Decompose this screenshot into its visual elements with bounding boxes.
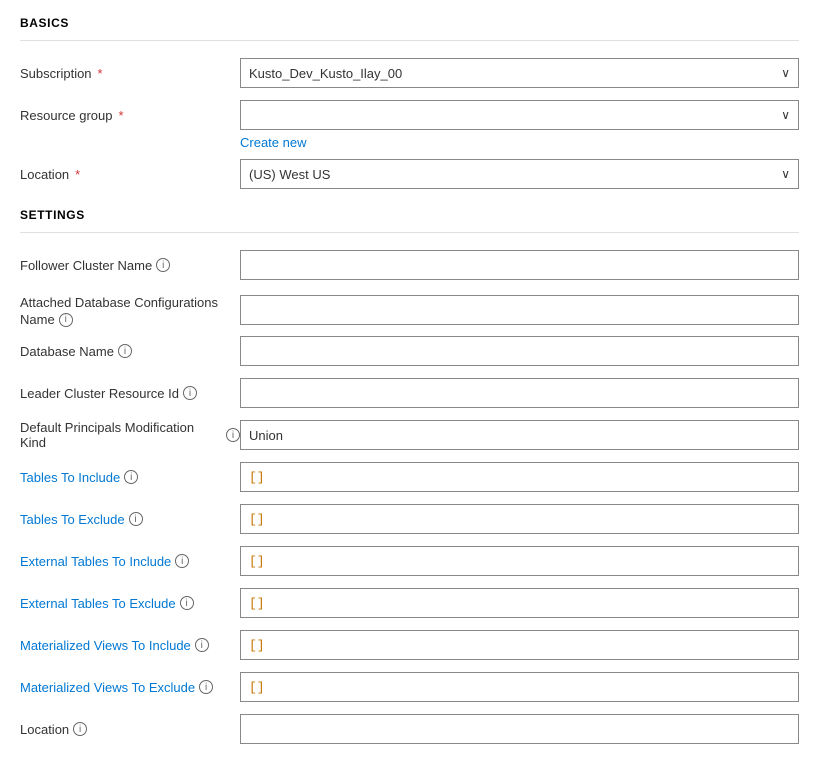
materialized-views-to-exclude-input[interactable] [240, 672, 799, 702]
basics-title: BASICS [20, 16, 799, 30]
attached-db-config-label-line2: Name i [20, 312, 240, 327]
materialized-views-to-exclude-label: Materialized Views To Exclude i [20, 680, 240, 695]
default-principals-label: Default Principals Modification Kind i [20, 420, 240, 450]
location-settings-control [240, 714, 799, 744]
external-tables-to-include-row: External Tables To Include i [20, 543, 799, 579]
subscription-row: Subscription * Kusto_Dev_Kusto_Ilay_00 ∨ [20, 55, 799, 91]
external-tables-to-exclude-input[interactable] [240, 588, 799, 618]
subscription-control: Kusto_Dev_Kusto_Ilay_00 ∨ [240, 58, 799, 88]
location-settings-info-icon[interactable]: i [73, 722, 87, 736]
materialized-views-to-exclude-row: Materialized Views To Exclude i [20, 669, 799, 705]
subscription-value: Kusto_Dev_Kusto_Ilay_00 [249, 66, 402, 81]
external-tables-to-include-info-icon[interactable]: i [175, 554, 189, 568]
tables-to-exclude-row: Tables To Exclude i [20, 501, 799, 537]
follower-cluster-name-input[interactable] [240, 250, 799, 280]
follower-cluster-name-control [240, 250, 799, 280]
tables-to-exclude-input[interactable] [240, 504, 799, 534]
location-settings-row: Location i [20, 711, 799, 747]
tables-to-include-info-icon[interactable]: i [124, 470, 138, 484]
location-basics-label: Location * [20, 167, 240, 182]
attached-db-config-input[interactable] [240, 295, 799, 325]
attached-db-config-row: Attached Database Configurations Name i [20, 289, 799, 327]
basics-section: BASICS Subscription * Kusto_Dev_Kusto_Il… [20, 16, 799, 192]
resource-group-required: * [119, 108, 124, 123]
leader-cluster-resource-id-input[interactable] [240, 378, 799, 408]
tables-to-exclude-info-icon[interactable]: i [129, 512, 143, 526]
materialized-views-to-include-control [240, 630, 799, 660]
external-tables-to-exclude-row: External Tables To Exclude i [20, 585, 799, 621]
chevron-down-icon: ∨ [781, 66, 790, 80]
default-principals-row: Default Principals Modification Kind i [20, 417, 799, 453]
database-name-info-icon[interactable]: i [118, 344, 132, 358]
default-principals-input[interactable] [240, 420, 799, 450]
tables-to-include-row: Tables To Include i [20, 459, 799, 495]
create-new-link[interactable]: Create new [240, 135, 799, 150]
settings-divider [20, 232, 799, 233]
resource-group-row: Resource group * ∨ [20, 97, 799, 133]
location-basics-row: Location * (US) West US ∨ [20, 156, 799, 192]
default-principals-control [240, 420, 799, 450]
database-name-label: Database Name i [20, 344, 240, 359]
external-tables-to-include-input[interactable] [240, 546, 799, 576]
location-basics-control: (US) West US ∨ [240, 159, 799, 189]
tables-to-exclude-control [240, 504, 799, 534]
attached-db-config-info-icon[interactable]: i [59, 313, 73, 327]
subscription-select[interactable]: Kusto_Dev_Kusto_Ilay_00 ∨ [240, 58, 799, 88]
location-basics-select[interactable]: (US) West US ∨ [240, 159, 799, 189]
external-tables-to-exclude-label: External Tables To Exclude i [20, 596, 240, 611]
location-settings-input[interactable] [240, 714, 799, 744]
materialized-views-to-exclude-control [240, 672, 799, 702]
subscription-required: * [98, 66, 103, 81]
resource-group-select[interactable]: ∨ [240, 100, 799, 130]
settings-section: SETTINGS Follower Cluster Name i Attache… [20, 208, 799, 747]
leader-cluster-info-icon[interactable]: i [183, 386, 197, 400]
default-principals-info-icon[interactable]: i [226, 428, 240, 442]
external-tables-to-include-control [240, 546, 799, 576]
tables-to-exclude-label: Tables To Exclude i [20, 512, 240, 527]
leader-cluster-resource-id-row: Leader Cluster Resource Id i [20, 375, 799, 411]
materialized-views-to-include-input[interactable] [240, 630, 799, 660]
settings-title: SETTINGS [20, 208, 799, 222]
external-tables-to-exclude-info-icon[interactable]: i [180, 596, 194, 610]
external-tables-to-exclude-control [240, 588, 799, 618]
materialized-views-to-include-label: Materialized Views To Include i [20, 638, 240, 653]
location-settings-label: Location i [20, 722, 240, 737]
leader-cluster-resource-id-control [240, 378, 799, 408]
external-tables-to-include-label: External Tables To Include i [20, 554, 240, 569]
tables-to-include-control [240, 462, 799, 492]
resource-group-label: Resource group * [20, 108, 240, 123]
basics-divider [20, 40, 799, 41]
location-basics-value: (US) West US [249, 167, 330, 182]
tables-to-include-input[interactable] [240, 462, 799, 492]
subscription-label: Subscription * [20, 66, 240, 81]
location-required: * [75, 167, 80, 182]
follower-cluster-name-label: Follower Cluster Name i [20, 258, 240, 273]
chevron-down-icon: ∨ [781, 167, 790, 181]
materialized-views-to-include-row: Materialized Views To Include i [20, 627, 799, 663]
tables-to-include-label: Tables To Include i [20, 470, 240, 485]
attached-db-config-control [240, 295, 799, 325]
leader-cluster-resource-id-label: Leader Cluster Resource Id i [20, 386, 240, 401]
attached-db-config-label: Attached Database Configurations Name i [20, 295, 240, 327]
follower-cluster-name-info-icon[interactable]: i [156, 258, 170, 272]
resource-group-control: ∨ [240, 100, 799, 130]
database-name-row: Database Name i [20, 333, 799, 369]
materialized-views-to-exclude-info-icon[interactable]: i [199, 680, 213, 694]
follower-cluster-name-row: Follower Cluster Name i [20, 247, 799, 283]
database-name-input[interactable] [240, 336, 799, 366]
chevron-down-icon: ∨ [781, 108, 790, 122]
materialized-views-to-include-info-icon[interactable]: i [195, 638, 209, 652]
database-name-control [240, 336, 799, 366]
